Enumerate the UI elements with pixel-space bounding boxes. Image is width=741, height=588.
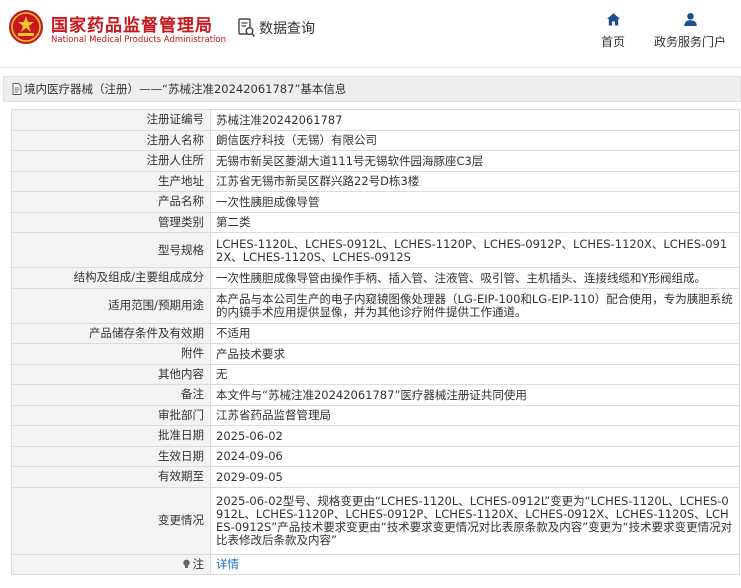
data-query-label: 数据查询 (259, 21, 315, 37)
row-value: 一次性胰胆成像导管由操作手柄、插入管、注液管、吸引管、主机插头、连接线缆和Y形阀… (210, 267, 740, 289)
table-row: 有效期至 2029-09-05 (11, 466, 740, 488)
note-value-cell: 详情 (210, 553, 740, 575)
table-row: 变更情况 2025-06-02型号、规格变更由“LCHES-1120L、LCHE… (11, 486, 740, 555)
row-value: 本文件与“苏械注准20242061787”医疗器械注册证共同使用 (210, 384, 740, 406)
row-label: 产品储存条件及有效期 (11, 322, 211, 344)
table-row: 注册人住所 无锡市新吴区菱湖大道111号无锡软件园海豚座C3层 (11, 150, 740, 172)
row-value: 江苏省无锡市新吴区群兴路22号D栋3楼 (210, 170, 740, 192)
row-value: 2025-06-02 (210, 425, 740, 447)
row-label: 其他内容 (11, 363, 211, 385)
row-value: 无锡市新吴区菱湖大道111号无锡软件园海豚座C3层 (210, 150, 740, 172)
row-label: 批准日期 (11, 425, 211, 447)
row-value: 朗信医疗科技（无锡）有限公司 (210, 129, 740, 151)
document-icon (12, 83, 22, 95)
row-value: 无 (210, 363, 740, 385)
brand-title-en[interactable]: National Medical Products Administration (51, 35, 226, 45)
table-row: 批准日期 2025-06-02 (11, 425, 740, 447)
row-value: 一次性胰胆成像导管 (210, 191, 740, 213)
lightbulb-icon (182, 559, 190, 568)
row-value: 不适用 (210, 322, 740, 344)
table-row: 产品储存条件及有效期 不适用 (11, 322, 740, 344)
row-value: 2025-06-02型号、规格变更由“LCHES-1120L、LCHES-091… (210, 486, 740, 555)
detail-title-bar: 境内医疗器械（注册）——“苏械注准20242061787”基本信息 (3, 76, 741, 102)
row-label: 附件 (11, 343, 211, 365)
row-label: 注册证编号 (11, 109, 211, 131)
nav-home[interactable]: 首页 (601, 12, 625, 50)
row-value: 第二类 (210, 211, 740, 233)
row-label: 注册人名称 (11, 129, 211, 151)
detail-table: 注册证编号 苏械注准20242061787 注册人名称 朗信医疗科技（无锡）有限… (11, 109, 740, 575)
row-value: 产品技术要求 (210, 343, 740, 365)
row-label: 注册人住所 (11, 150, 211, 172)
note-label-cell: 注 (11, 553, 211, 575)
table-row: 结构及组成/主要组成成分 一次性胰胆成像导管由操作手柄、插入管、注液管、吸引管、… (11, 267, 740, 289)
table-row: 注册人名称 朗信医疗科技（无锡）有限公司 (11, 129, 740, 151)
row-label: 适用范围/预期用途 (11, 287, 211, 324)
nav-home-label: 首页 (601, 35, 626, 49)
table-row: 产品名称 一次性胰胆成像导管 (11, 191, 740, 213)
data-query-link[interactable]: 数据查询 (238, 17, 315, 39)
row-label: 变更情况 (11, 486, 211, 555)
row-label: 有效期至 (11, 466, 211, 488)
table-row: 审批部门 江苏省药品监督管理局 (11, 404, 740, 426)
row-label: 生产地址 (11, 170, 211, 192)
header-divider (0, 67, 741, 68)
table-row: 其他内容 无 (11, 363, 740, 385)
row-value: 2024-09-06 (210, 445, 740, 467)
table-row: 注册证编号 苏械注准20242061787 (11, 109, 740, 131)
row-value: LCHES-1120L、LCHES-0912L、LCHES-1120P、LCHE… (210, 232, 740, 268)
row-label: 生效日期 (11, 445, 211, 467)
user-icon (683, 13, 697, 26)
row-label: 结构及组成/主要组成成分 (11, 267, 211, 289)
nmpa-emblem-icon[interactable] (8, 9, 44, 45)
nav-service-portal[interactable]: 政务服务门户 (654, 12, 726, 50)
table-row: 附件 产品技术要求 (11, 343, 740, 365)
row-label: 备注 (11, 384, 211, 406)
brand-title-cn[interactable]: 国家药品监督管理局 (51, 11, 213, 36)
row-value: 本产品与本公司生产的电子内窥镜图像处理器（LG-EIP-100和LG-EIP-1… (210, 287, 740, 324)
row-value: 苏械注准20242061787 (210, 109, 740, 131)
row-value: 2029-09-05 (210, 466, 740, 488)
document-search-icon (238, 18, 256, 38)
site-header: 国家药品监督管理局 National Medical Products Admi… (0, 0, 741, 66)
details-link[interactable]: 详情 (216, 557, 239, 571)
row-label: 型号规格 (11, 232, 211, 268)
table-row: 备注 本文件与“苏械注准20242061787”医疗器械注册证共同使用 (11, 384, 740, 406)
detail-table-wrapper: 注册证编号 苏械注准20242061787 注册人名称 朗信医疗科技（无锡）有限… (11, 109, 740, 575)
table-row: 管理类别 第二类 (11, 211, 740, 233)
table-row: 适用范围/预期用途 本产品与本公司生产的电子内窥镜图像处理器（LG-EIP-10… (11, 287, 740, 324)
nav-service-label: 政务服务门户 (654, 35, 727, 49)
row-value: 江苏省药品监督管理局 (210, 404, 740, 426)
note-label: 注 (192, 556, 205, 571)
table-row: 生效日期 2024-09-06 (11, 445, 740, 467)
row-label: 产品名称 (11, 191, 211, 213)
detail-title: 境内医疗器械（注册）——“苏械注准20242061787”基本信息 (24, 82, 347, 96)
table-row: 型号规格 LCHES-1120L、LCHES-0912L、LCHES-1120P… (11, 232, 740, 268)
table-row: 生产地址 江苏省无锡市新吴区群兴路22号D栋3楼 (11, 170, 740, 192)
row-label: 审批部门 (11, 404, 211, 426)
table-row-note: 注 详情 (11, 553, 740, 575)
row-label: 管理类别 (11, 211, 211, 233)
home-icon (606, 13, 620, 26)
